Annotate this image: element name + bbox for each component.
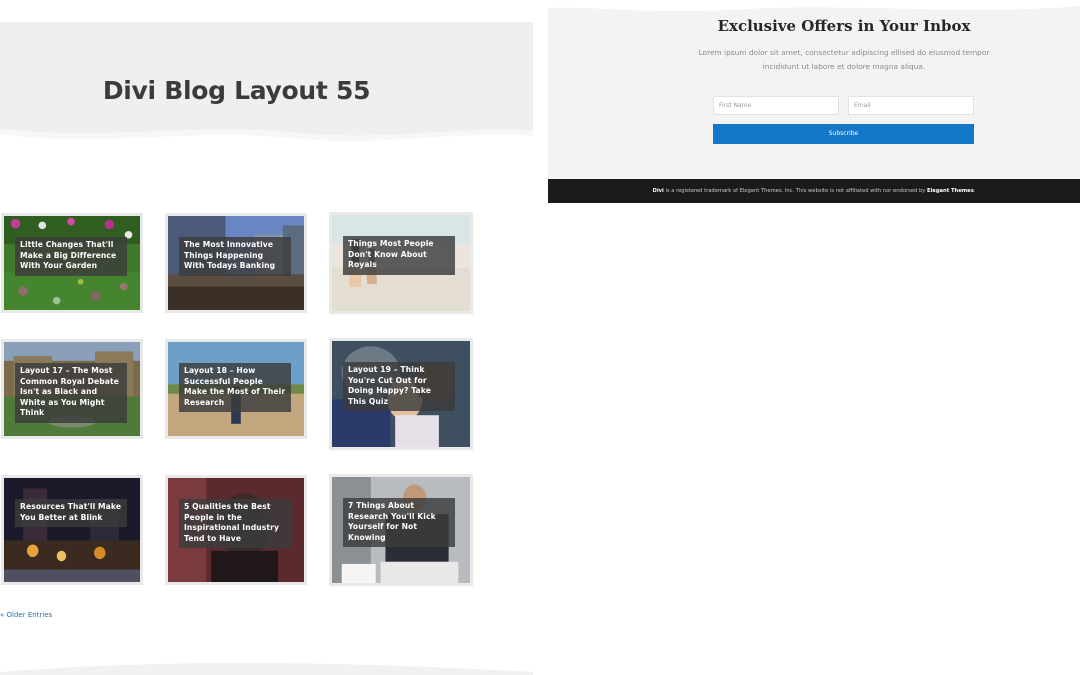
email-field[interactable]: Email — [848, 96, 974, 115]
post-card-2[interactable]: The Most Innovative Things Happening Wit… — [165, 213, 307, 313]
post-card-8[interactable]: 5 Qualities the Best People in the Inspi… — [165, 475, 307, 585]
first-name-field[interactable]: First Name — [713, 96, 839, 115]
post-title[interactable]: Little Changes That'll Make a Big Differ… — [15, 237, 127, 276]
newsletter-desc-line1: Lorem ipsum dolor sit amet, consectetur … — [698, 48, 990, 57]
post-card-1[interactable]: Little Changes That'll Make a Big Differ… — [1, 213, 143, 313]
footer-brand: Divi — [652, 188, 664, 194]
page-title: Divi Blog Layout 55 — [102, 76, 371, 105]
footer-end: . — [973, 188, 976, 194]
subscribe-button[interactable]: Subscribe — [713, 124, 974, 144]
newsletter-desc-line2: incididunt ut labore et dolore magna ali… — [762, 61, 926, 71]
newsletter-title: Exclusive Offers in Your Inbox — [717, 17, 971, 35]
post-card-3[interactable]: Things Most People Don't Know About Roya… — [329, 212, 473, 314]
post-title[interactable]: Layout 17 – The Most Common Royal Debate… — [15, 363, 127, 423]
older-entries-link[interactable]: « Older Entries — [0, 611, 52, 619]
footer-text: is a registered trademark of Elegant The… — [663, 188, 927, 194]
newsletter-description: Lorem ipsum dolor sit amet, consectetur … — [698, 46, 990, 73]
post-card-6[interactable]: Layout 19 – Think You're Cut Out for Doi… — [329, 338, 473, 450]
newsletter-panel: Exclusive Offers in Your Inbox Lorem ips… — [548, 0, 1080, 203]
site-footer: Divi is a registered trademark of Elegan… — [548, 179, 1080, 203]
post-title[interactable]: 5 Qualities the Best People in the Inspi… — [179, 499, 291, 549]
bottom-wave-divider — [0, 663, 533, 675]
post-image-night-city — [4, 478, 140, 582]
post-title[interactable]: Resources That'll Make You Better at Bli… — [15, 499, 127, 528]
newsletter-wave-divider — [548, 0, 1080, 12]
post-title[interactable]: Layout 19 – Think You're Cut Out for Doi… — [343, 362, 455, 412]
post-title[interactable]: Layout 18 – How Successful People Make t… — [179, 363, 291, 413]
post-title[interactable]: The Most Innovative Things Happening Wit… — [179, 237, 291, 276]
hero-wave-divider — [0, 128, 533, 154]
post-title[interactable]: 7 Things About Research You'll Kick Your… — [343, 498, 455, 548]
post-card-7[interactable]: Resources That'll Make You Better at Bli… — [1, 475, 143, 585]
post-title[interactable]: Things Most People Don't Know About Roya… — [343, 236, 455, 275]
footer-company-link[interactable]: Elegant Themes — [927, 188, 974, 194]
post-card-9[interactable]: 7 Things About Research You'll Kick Your… — [329, 474, 473, 586]
post-card-5[interactable]: Layout 18 – How Successful People Make t… — [165, 339, 307, 439]
blog-layout-panel: Divi Blog Layout 55 Little Changes That'… — [0, 0, 533, 675]
post-card-4[interactable]: Layout 17 – The Most Common Royal Debate… — [1, 339, 143, 439]
